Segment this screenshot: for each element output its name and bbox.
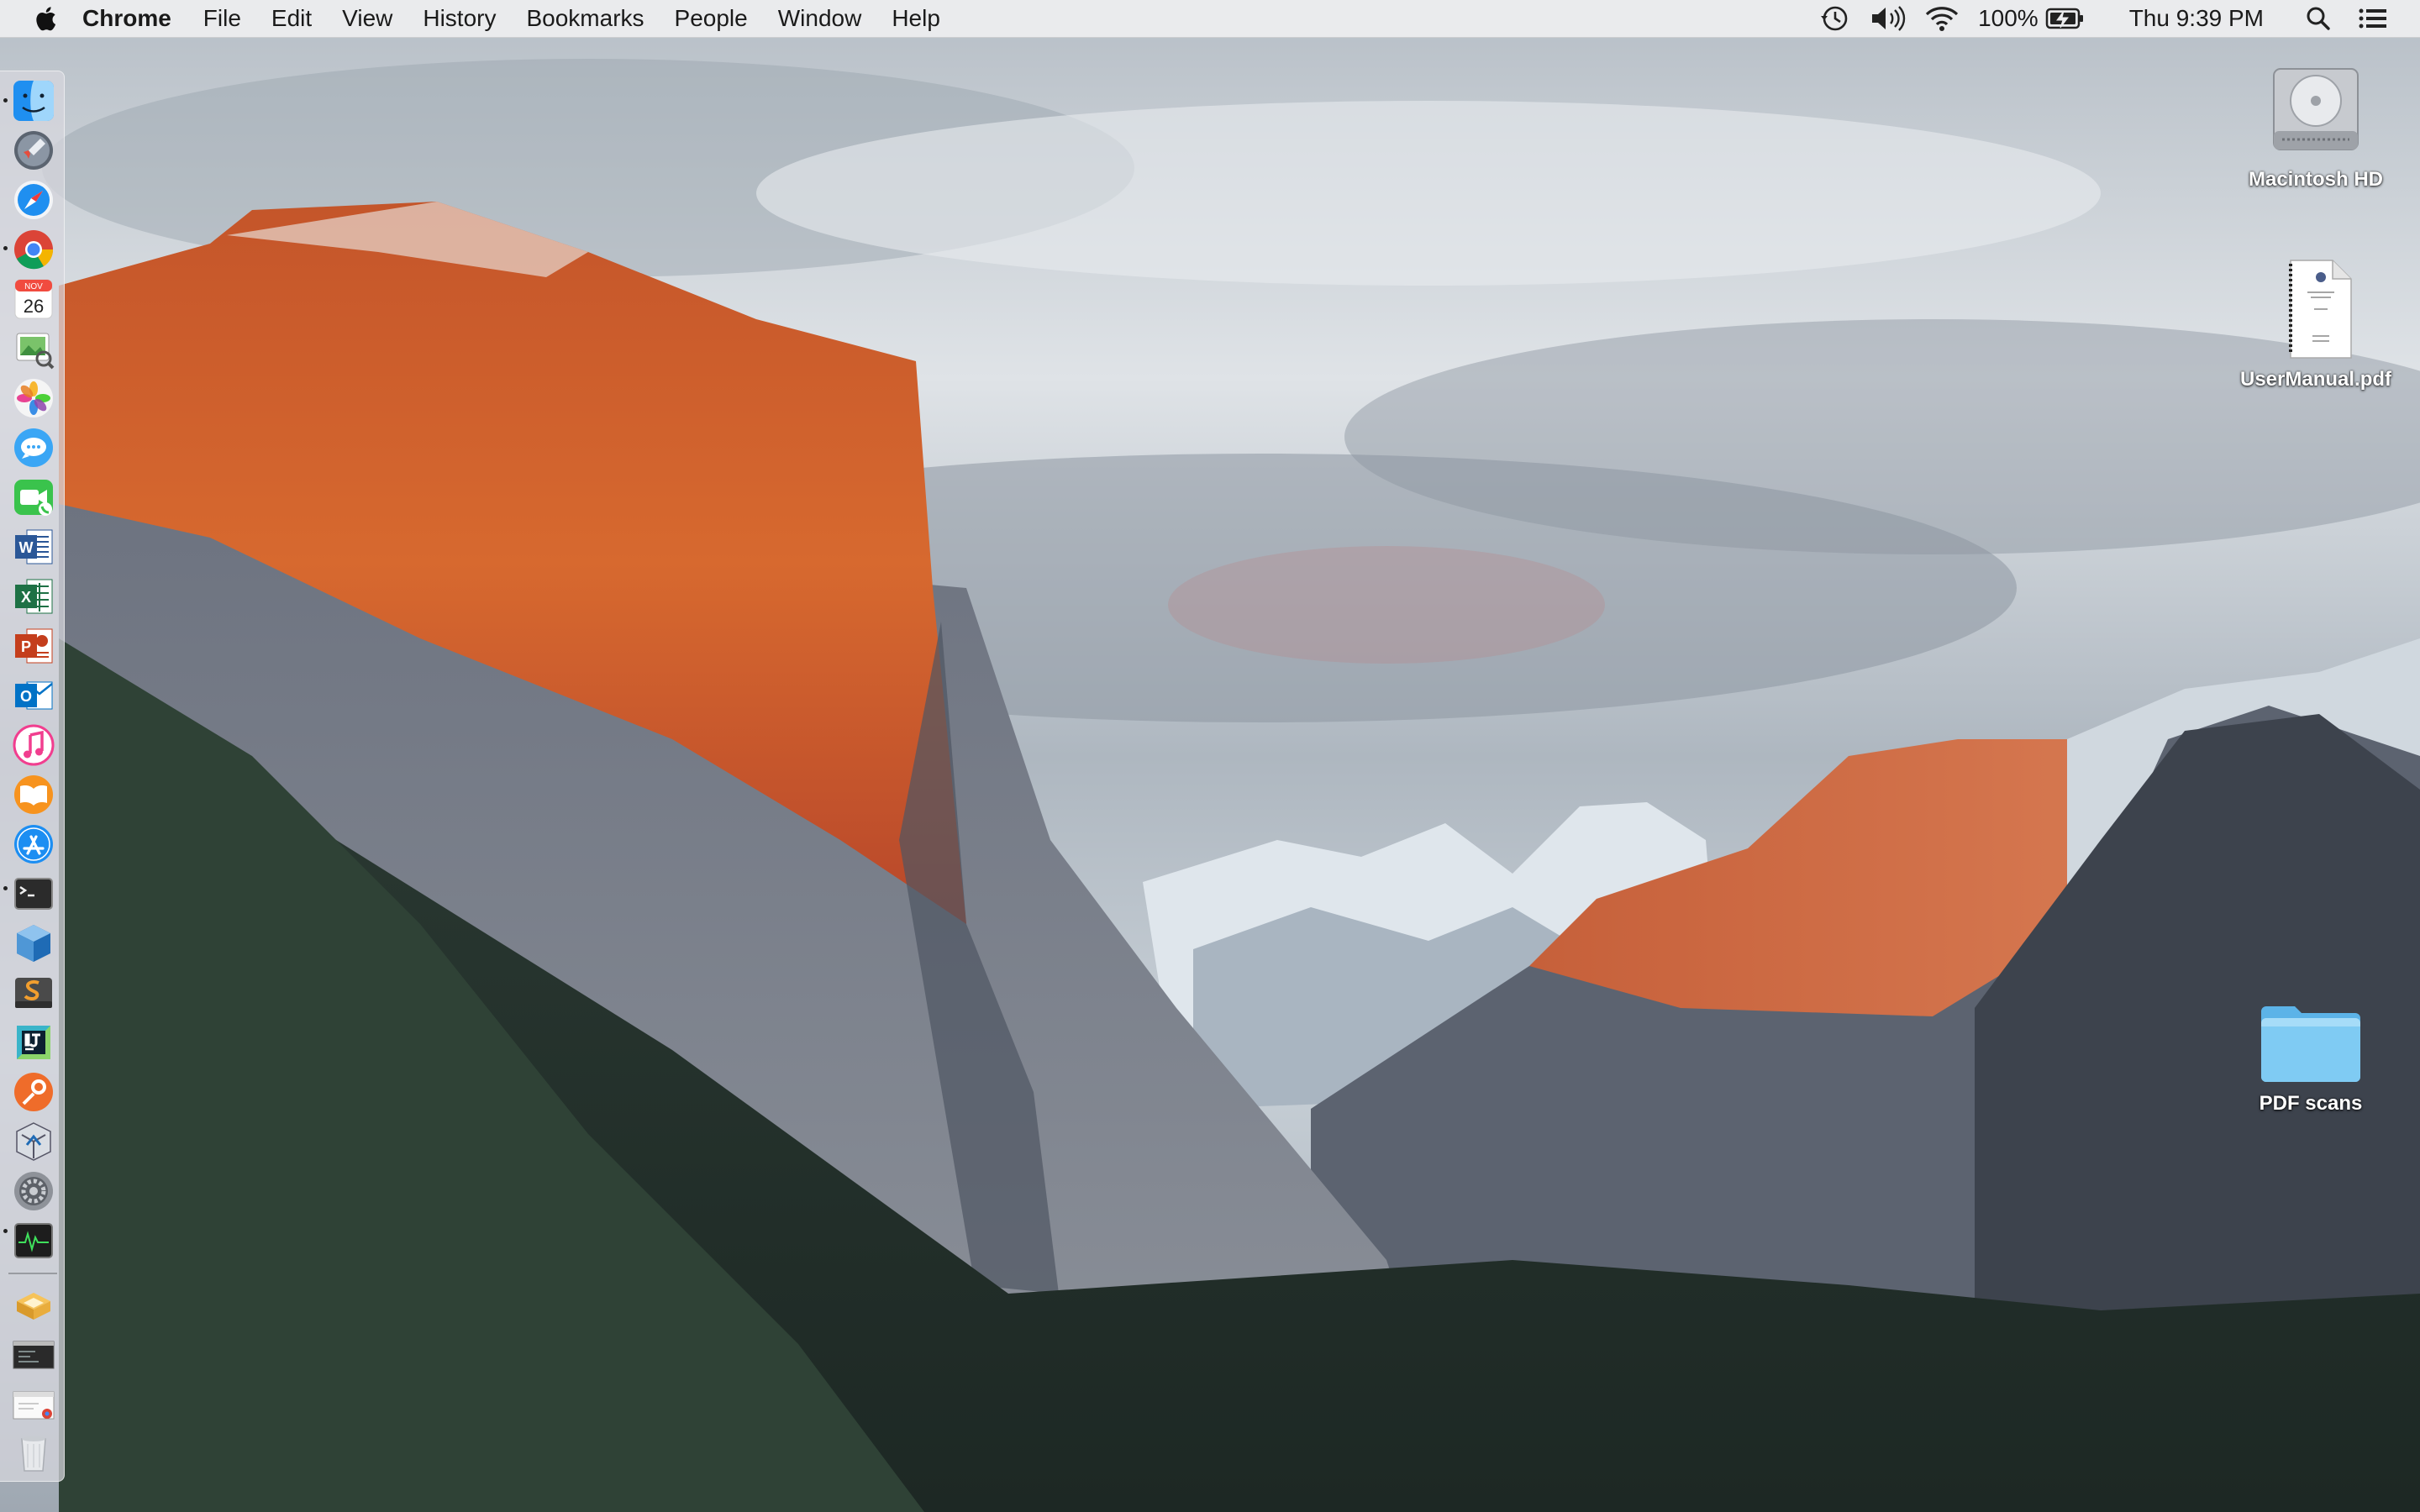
terminal-icon[interactable] xyxy=(12,872,55,916)
outlook-icon[interactable]: O xyxy=(12,674,55,717)
powerpoint-icon[interactable]: P xyxy=(12,624,55,668)
excel-letter: X xyxy=(21,589,31,606)
trash-icon[interactable] xyxy=(12,1431,55,1474)
launchpad-icon[interactable] xyxy=(12,129,55,172)
document-stack-icon[interactable] xyxy=(12,1383,55,1427)
desktop-item-label: PDF scans xyxy=(2259,1092,2363,1115)
preview-icon[interactable] xyxy=(12,327,55,370)
outlook-letter: O xyxy=(20,688,32,705)
ibooks-icon[interactable] xyxy=(12,773,55,816)
pdf-document-icon xyxy=(2289,260,2352,359)
desktop-item-label: Macintosh HD xyxy=(2248,168,2383,191)
xcode-instruments-icon[interactable] xyxy=(12,1120,55,1163)
menu-help[interactable]: Help xyxy=(892,5,940,32)
menu-edit[interactable]: Edit xyxy=(271,5,312,32)
wifi-icon[interactable] xyxy=(1924,4,1960,33)
system-preferences-icon[interactable] xyxy=(12,1169,55,1213)
intellij-icon[interactable] xyxy=(12,1021,55,1064)
menu-view[interactable]: View xyxy=(342,5,392,32)
folder-icon xyxy=(2261,1006,2360,1082)
time-machine-icon[interactable] xyxy=(1818,4,1850,33)
terminal-window-stack-icon[interactable] xyxy=(12,1333,55,1377)
menu-history[interactable]: History xyxy=(423,5,496,32)
itunes-icon[interactable] xyxy=(12,723,55,767)
desktop-item-label: UserManual.pdf xyxy=(2239,368,2392,391)
battery-charging-icon[interactable] xyxy=(2045,7,2086,30)
hard-drive-icon xyxy=(2273,68,2359,150)
battery-percentage: 100% xyxy=(1978,5,2039,31)
word-letter: W xyxy=(19,539,34,556)
running-indicator xyxy=(3,886,8,890)
downloads-stack-icon[interactable] xyxy=(12,1283,55,1326)
calendar-icon[interactable]: NOV 26 xyxy=(12,277,55,321)
powerpoint-letter: P xyxy=(21,638,31,655)
menu-people[interactable]: People xyxy=(675,5,748,32)
running-indicator xyxy=(3,1229,8,1233)
desktop-item-pdf-scans[interactable]: PDF scans xyxy=(2227,995,2395,1116)
messages-icon[interactable] xyxy=(12,426,55,470)
sublime-text-icon[interactable] xyxy=(12,971,55,1015)
postman-icon[interactable] xyxy=(12,1070,55,1114)
photos-icon[interactable] xyxy=(12,376,55,420)
excel-icon[interactable]: X xyxy=(12,575,55,618)
desktop-item-macintosh-hd[interactable]: Macintosh HD xyxy=(2232,60,2400,192)
menu-bookmarks[interactable]: Bookmarks xyxy=(526,5,644,32)
facetime-icon[interactable] xyxy=(12,475,55,519)
app-store-icon[interactable] xyxy=(12,822,55,866)
spotlight-icon[interactable] xyxy=(2306,6,2331,31)
dock-separator xyxy=(8,1273,57,1274)
running-indicator xyxy=(3,246,8,250)
calendar-day: 26 xyxy=(24,296,44,317)
menu-extras: 100% Thu 9:39 PM xyxy=(1818,0,2420,37)
virtualbox-icon[interactable] xyxy=(12,921,55,965)
menu-file[interactable]: File xyxy=(203,5,241,32)
desktop-item-usermanual-pdf[interactable]: UserManual.pdf xyxy=(2232,255,2400,391)
desktop-wallpaper xyxy=(0,0,2420,1512)
menu-app-name[interactable]: Chrome xyxy=(82,5,171,32)
calendar-month: NOV xyxy=(24,282,43,291)
safari-icon[interactable] xyxy=(12,178,55,222)
apple-icon[interactable] xyxy=(34,5,57,32)
finder-icon[interactable] xyxy=(12,79,55,123)
notification-center-icon[interactable] xyxy=(2358,7,2388,30)
menu-bar: Chrome File Edit View History Bookmarks … xyxy=(0,0,2420,38)
menubar-clock[interactable]: Thu 9:39 PM xyxy=(2129,5,2264,32)
chrome-icon[interactable] xyxy=(12,228,55,271)
word-icon[interactable]: W xyxy=(12,525,55,569)
running-indicator xyxy=(3,98,8,102)
activity-monitor-icon[interactable] xyxy=(12,1219,55,1263)
volume-icon[interactable] xyxy=(1869,4,1906,33)
dock: NOV 26 W X P O xyxy=(0,71,65,1482)
menu-window[interactable]: Window xyxy=(778,5,862,32)
